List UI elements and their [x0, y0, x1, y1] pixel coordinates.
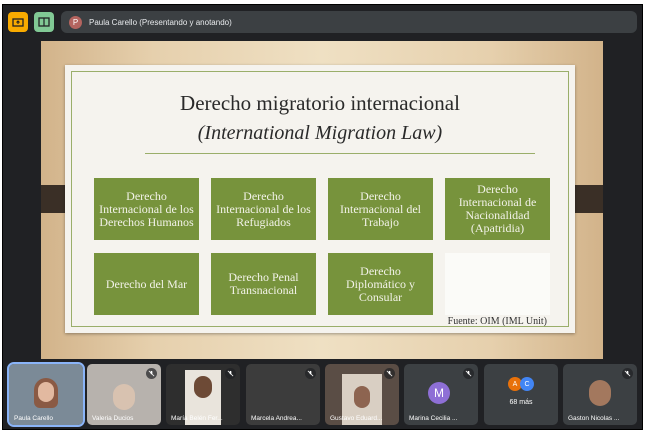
- participant-name: Gaston Nicolas ...: [568, 415, 620, 422]
- layout-glyph: [38, 17, 50, 27]
- participant-avatar: C: [520, 377, 534, 391]
- participant-tile[interactable]: Valeria Ducios: [87, 364, 161, 425]
- participant-name: Gustavo Eduard...: [330, 415, 383, 422]
- participant-tile[interactable]: M Marina Cecilia ...: [404, 364, 478, 425]
- presenter-avatar: P: [69, 15, 82, 29]
- presenter-label: Paula Carello (Presentando y anotando): [89, 17, 232, 27]
- participant-tile[interactable]: Gustavo Eduard...: [325, 364, 399, 425]
- mic-off-glyph: [386, 370, 393, 377]
- mic-off-glyph: [227, 370, 234, 377]
- layout-icon[interactable]: [34, 12, 54, 32]
- participant-face: [194, 376, 212, 398]
- mic-off-icon: [622, 368, 633, 379]
- participant-tile[interactable]: Marcela Andrea...: [246, 364, 320, 425]
- slide-box: Derecho Internacional del Trabajo: [328, 178, 433, 240]
- participant-video: [113, 384, 135, 410]
- participant-face: [354, 386, 370, 408]
- slide-box: Derecho del Mar: [94, 253, 199, 315]
- mic-off-icon: [384, 368, 395, 379]
- slide-box-empty: [445, 253, 550, 315]
- slide: Derecho migratorio internacional (Intern…: [65, 65, 575, 333]
- slide-box: Derecho Internacional de Nacionalidad (A…: [445, 178, 550, 240]
- more-participants-count: 68 más: [509, 399, 533, 406]
- participant-face: [589, 380, 611, 406]
- mic-off-glyph: [624, 370, 631, 377]
- slide-divider: [145, 153, 535, 154]
- share-screen-icon[interactable]: [8, 12, 28, 32]
- participant-name: María Belén Fer...: [171, 415, 223, 422]
- presenter-banner[interactable]: P Paula Carello (Presentando y anotando): [61, 11, 637, 33]
- participant-name: Marina Cecilia ...: [409, 415, 458, 422]
- mic-off-icon: [146, 368, 157, 379]
- mic-off-icon: [463, 368, 474, 379]
- more-participants-tile[interactable]: A C 68 más: [484, 364, 558, 425]
- mic-off-glyph: [465, 370, 472, 377]
- shared-screen: Derecho migratorio internacional (Intern…: [41, 41, 603, 359]
- mic-off-icon: [305, 368, 316, 379]
- meet-window: P Paula Carello (Presentando y anotando)…: [2, 4, 643, 430]
- participant-tile[interactable]: Paula Carello: [7, 362, 85, 427]
- top-bar: P Paula Carello (Presentando y anotando): [3, 5, 642, 39]
- slide-box: Derecho Penal Transnacional: [211, 253, 316, 315]
- slide-subtitle: (International Migration Law): [197, 122, 443, 144]
- participant-name: Valeria Ducios: [92, 415, 134, 422]
- mic-off-icon: [225, 368, 236, 379]
- participant-tile[interactable]: Gaston Nicolas ...: [563, 364, 637, 425]
- participant-name: Paula Carello: [14, 415, 54, 422]
- participant-face: [38, 382, 54, 402]
- participant-tile[interactable]: María Belén Fer...: [166, 364, 240, 425]
- slide-box: Derecho Internacional de los Derechos Hu…: [94, 178, 199, 240]
- slide-title: Derecho migratorio internacional: [180, 91, 460, 115]
- share-screen-glyph: [12, 18, 24, 27]
- mic-off-glyph: [148, 370, 155, 377]
- slide-box: Derecho Internacional de los Refugiados: [211, 178, 316, 240]
- mic-off-glyph: [307, 370, 314, 377]
- slide-source: Fuente: OIM (IML Unit): [447, 316, 547, 327]
- participant-avatar: M: [428, 382, 450, 404]
- participant-name: Marcela Andrea...: [251, 415, 302, 422]
- slide-box: Derecho Diplomático y Consular: [328, 253, 433, 315]
